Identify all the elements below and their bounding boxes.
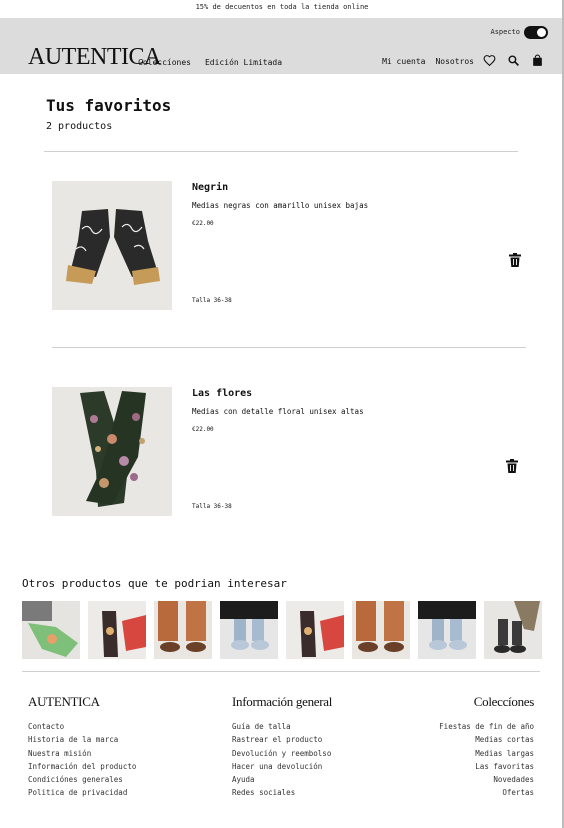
recommended-product[interactable] [154, 601, 212, 659]
footer-col-collections: Coleccíones Fiestas de fin de año Medias… [394, 694, 534, 802]
main-nav: Coleccíones Edición Limitada [138, 58, 282, 67]
product-price: €22.00 [192, 426, 214, 433]
footer-link[interactable]: Politica de privacidad [28, 788, 188, 801]
footer-link[interactable]: Novedades [394, 775, 534, 788]
site-header: Aspecto AUTENTICA Coleccíones Edición Li… [0, 18, 564, 74]
product-size: Talla 36-38 [192, 297, 232, 304]
aspect-label: Aspecto [490, 28, 520, 36]
nav-nosotros[interactable]: Nosotros [435, 57, 474, 66]
recommended-product[interactable] [88, 601, 146, 659]
trash-icon[interactable] [506, 458, 518, 473]
footer-link[interactable]: Nuestra misión [28, 749, 188, 762]
divider [44, 151, 518, 152]
footer-link[interactable]: Información del producto [28, 762, 188, 775]
page-title: Tus favoritos [46, 96, 172, 115]
product-image[interactable] [52, 387, 172, 516]
recommended-product[interactable] [418, 601, 476, 659]
footer-col-brand: AUTENTICA Contacto Historia de la marca … [28, 694, 188, 802]
footer-link[interactable]: Condiciónes generales [28, 775, 188, 788]
account-nav: Mi cuenta Nosotros [382, 57, 474, 66]
footer-divider [22, 671, 540, 672]
footer-link[interactable]: Fiestas de fin de año [394, 722, 534, 735]
footer-link[interactable]: Redes sociales [232, 788, 382, 801]
header-icons [483, 54, 544, 67]
footer-link[interactable]: Ofertas [394, 788, 534, 801]
product-price: €22.00 [192, 220, 214, 227]
footer-link[interactable]: Las favoritas [394, 762, 534, 775]
footer-link[interactable]: Medias largas [394, 749, 534, 762]
promo-banner: 15% de decuentos en toda la tienda onlin… [0, 0, 564, 18]
footer-link[interactable]: Devolución y reembolso [232, 749, 382, 762]
footer-link[interactable]: Historia de la marca [28, 735, 188, 748]
product-description: Medias negras con amarillo unisex bajas [192, 201, 369, 210]
product-size: Talla 36-38 [192, 503, 232, 510]
recommended-product[interactable] [484, 601, 542, 659]
trash-icon[interactable] [509, 252, 521, 267]
toggle-knob [537, 28, 546, 37]
nav-colecciones[interactable]: Coleccíones [138, 58, 191, 67]
nav-edicion-limitada[interactable]: Edición Limitada [205, 58, 282, 67]
product-count: 2 productos [46, 121, 113, 132]
footer-link[interactable]: Guía de talla [232, 722, 382, 735]
product-name[interactable]: Negrin [192, 182, 228, 193]
footer-link[interactable]: Rastrear el producto [232, 735, 382, 748]
recommended-product[interactable] [286, 601, 344, 659]
search-icon[interactable] [507, 54, 520, 67]
product-image[interactable] [52, 181, 172, 310]
footer-link[interactable]: Medias cortas [394, 735, 534, 748]
footer-link[interactable]: Contacto [28, 722, 188, 735]
divider [52, 347, 526, 348]
nav-mi-cuenta[interactable]: Mi cuenta [382, 57, 425, 66]
recommendations-carousel [22, 601, 542, 659]
product-name[interactable]: Las flores [192, 388, 252, 399]
recommended-product[interactable] [352, 601, 410, 659]
shopping-bag-icon[interactable] [531, 54, 544, 67]
theme-toggle[interactable] [524, 26, 548, 39]
product-description: Medias con detalle floral unisex altas [192, 407, 364, 416]
footer-col-title: Información general [232, 694, 333, 709]
footer-link[interactable]: Ayuda [232, 775, 382, 788]
heart-icon[interactable] [483, 54, 496, 67]
footer-col-title: AUTENTICA [28, 694, 100, 709]
recommended-product[interactable] [220, 601, 278, 659]
recommended-product[interactable] [22, 601, 80, 659]
promo-text: 15% de decuentos en toda la tienda onlin… [195, 3, 369, 11]
footer-link[interactable]: Hacer una devolución [232, 762, 382, 775]
recommendations-title: Otros productos que te podrian interesar [22, 577, 287, 590]
footer-col-info: Información general Guía de talla Rastre… [232, 694, 382, 802]
footer-col-title: Coleccíones [473, 694, 535, 709]
